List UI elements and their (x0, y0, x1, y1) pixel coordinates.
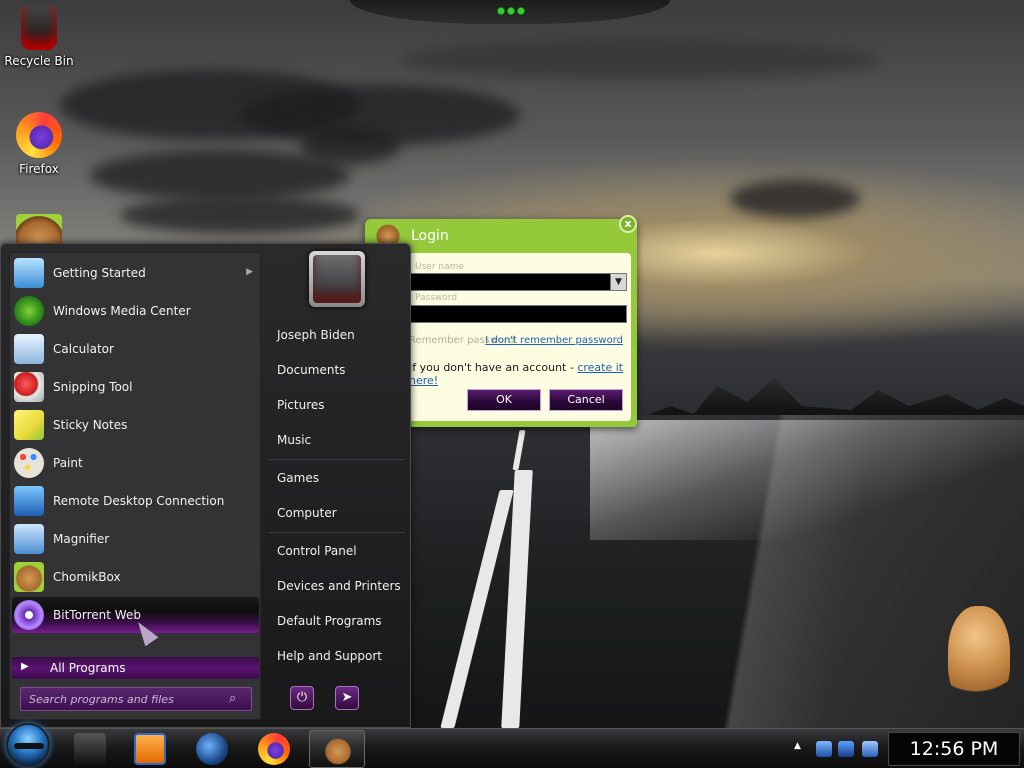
chevron-down-icon[interactable]: ▼ (610, 274, 626, 290)
place-default-programs[interactable]: Default Programs (269, 606, 405, 636)
search-box[interactable]: ⌕ (20, 687, 252, 711)
media-player-icon[interactable] (134, 733, 166, 765)
firefox-icon (16, 112, 62, 158)
program-paint[interactable]: Paint (12, 445, 259, 481)
program-magnifier[interactable]: Magnifier (12, 521, 259, 557)
taskbar-item-chomikbox[interactable] (309, 730, 365, 768)
volume-icon[interactable] (862, 741, 878, 757)
desktop-icon-chomikbox[interactable] (0, 214, 78, 244)
bittorrent-icon (14, 600, 44, 630)
shield-icon[interactable] (816, 741, 832, 757)
program-sticky-notes[interactable]: Sticky Notes (12, 407, 259, 443)
chomikbox-icon (14, 562, 44, 592)
program-label: Getting Started (53, 266, 146, 280)
desktop-icon-recycle-bin[interactable]: Recycle Bin (0, 6, 78, 68)
search-icon[interactable]: ⌕ (229, 691, 245, 707)
forgot-password-link[interactable]: I don't remember password (485, 335, 623, 346)
cancel-button[interactable]: Cancel (549, 389, 623, 411)
avatar (313, 255, 361, 303)
separator (269, 459, 405, 460)
place-control-panel[interactable]: Control Panel (269, 536, 405, 566)
top-gadget (350, 0, 670, 24)
program-label: Remote Desktop Connection (53, 494, 225, 508)
place-user[interactable]: Joseph Biden (269, 320, 405, 350)
desktop-icon-firefox[interactable]: Firefox (0, 112, 78, 176)
hamster-mascot (948, 606, 1010, 706)
firefox-icon[interactable] (258, 733, 290, 765)
system-tray: ▲ (788, 729, 884, 768)
start-orb-band (14, 743, 44, 749)
account-text: If you don't have an account - create it… (409, 361, 631, 387)
ok-button[interactable]: OK (467, 389, 541, 411)
program-label: Paint (53, 456, 83, 470)
magnifier-icon (14, 524, 44, 554)
program-label: Sticky Notes (53, 418, 128, 432)
program-windows-media-center[interactable]: Windows Media Center (12, 293, 259, 329)
program-remote-desktop[interactable]: Remote Desktop Connection (12, 483, 259, 519)
recycle-bin-icon (21, 6, 57, 50)
clock[interactable]: 12:56 PM (888, 732, 1020, 766)
username-dropdown[interactable]: ▼ (409, 273, 627, 291)
separator (269, 532, 405, 533)
program-label: Snipping Tool (53, 380, 133, 394)
username-label: User name (415, 262, 464, 272)
media-center-icon (14, 296, 44, 326)
shutdown-options-icon[interactable]: ➤ (335, 686, 359, 710)
chevron-right-icon: ▶ (246, 267, 253, 277)
place-help-support[interactable]: Help and Support (269, 641, 405, 671)
program-label: Calculator (53, 342, 114, 356)
password-field[interactable] (409, 305, 627, 323)
all-programs-label: All Programs (50, 661, 126, 675)
place-music[interactable]: Music (269, 425, 405, 455)
place-computer[interactable]: Computer (269, 498, 405, 528)
place-devices-printers[interactable]: Devices and Printers (269, 571, 405, 601)
chomikbox-icon (324, 735, 352, 765)
cloud (90, 150, 350, 200)
program-snipping-tool[interactable]: Snipping Tool (12, 369, 259, 405)
place-documents[interactable]: Documents (269, 355, 405, 385)
password-label: Password (415, 293, 458, 303)
network-icon[interactable] (838, 741, 854, 757)
program-label: ChomikBox (53, 570, 121, 584)
start-menu: Getting Started ▶ Windows Media Center C… (0, 243, 411, 728)
cloud (120, 196, 360, 234)
power-icon[interactable]: ⏻ (290, 686, 314, 710)
cloud (730, 180, 860, 218)
user-picture[interactable] (309, 251, 365, 307)
desktop-icon-label: Recycle Bin (4, 54, 74, 68)
led-indicators (496, 6, 526, 16)
program-calculator[interactable]: Calculator (12, 331, 259, 367)
snipping-tool-icon (14, 372, 44, 402)
taskbar: ▲ 12:56 PM (0, 723, 1024, 768)
account-prompt: If you don't have an account - (409, 361, 578, 374)
calculator-icon (14, 334, 44, 364)
explorer-icon[interactable] (74, 733, 106, 765)
globe-icon[interactable] (196, 733, 228, 765)
all-programs-button[interactable]: ▶ All Programs (12, 657, 259, 679)
program-label: Magnifier (53, 532, 110, 546)
snow-bank (590, 420, 1024, 540)
program-label: Windows Media Center (53, 304, 191, 318)
remote-desktop-icon (14, 486, 44, 516)
sticky-notes-icon (14, 410, 44, 440)
login-body: User name ▼ Password Remember password I… (409, 253, 631, 421)
programs-pane: Getting Started ▶ Windows Media Center C… (9, 252, 261, 720)
paint-icon (14, 448, 44, 478)
chomikbox-icon (16, 214, 62, 244)
place-pictures[interactable]: Pictures (269, 390, 405, 420)
search-input[interactable] (29, 691, 219, 707)
program-label: BitTorrent Web (53, 608, 141, 622)
getting-started-icon (14, 258, 44, 288)
close-icon[interactable]: x (619, 215, 637, 233)
login-title: Login (411, 228, 449, 244)
start-button[interactable] (6, 723, 50, 767)
chevron-right-icon: ▶ (21, 661, 29, 672)
program-chomikbox[interactable]: ChomikBox (12, 559, 259, 595)
show-hidden-icons[interactable]: ▲ (794, 741, 808, 757)
cloud (400, 40, 880, 80)
program-getting-started[interactable]: Getting Started ▶ (12, 255, 259, 291)
desktop-icon-label: Firefox (19, 162, 59, 176)
place-games[interactable]: Games (269, 463, 405, 493)
